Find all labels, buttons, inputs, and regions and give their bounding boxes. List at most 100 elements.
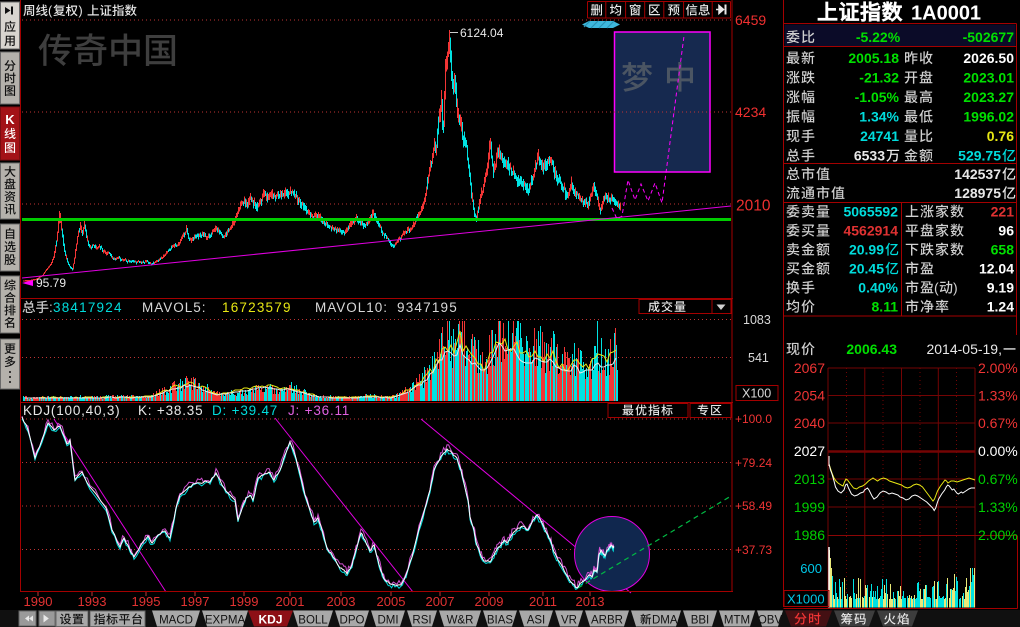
svg-text:2023.01: 2023.01 [963,70,1014,86]
svg-text:W&R: W&R [447,615,474,627]
svg-text:DMA: DMA [652,615,678,627]
svg-text:1986: 1986 [794,527,825,543]
svg-text:2026.50: 2026.50 [963,50,1014,66]
svg-text:6124.04: 6124.04 [460,26,504,40]
svg-text:142537: 142537 [954,166,1001,182]
svg-text:2010: 2010 [736,198,771,215]
svg-text:1996.02: 1996.02 [963,109,1014,125]
svg-text:658: 658 [991,242,1015,258]
svg-text:0.67%: 0.67% [978,415,1018,431]
svg-text:2067: 2067 [794,360,825,376]
svg-text:+79.24: +79.24 [735,456,772,470]
svg-text:2007: 2007 [426,594,455,609]
svg-text:24741: 24741 [860,128,899,144]
svg-text:1995: 1995 [132,594,161,609]
svg-text:2013: 2013 [794,471,825,487]
svg-text:-502677: -502677 [963,29,1015,45]
svg-text:DPO: DPO [340,615,365,627]
svg-text:2013: 2013 [576,594,605,609]
svg-text:16723579: 16723579 [222,300,292,315]
svg-text:2006.43: 2006.43 [846,341,897,357]
svg-text:2.00%: 2.00% [978,360,1018,376]
svg-text:KDJ: KDJ [258,613,282,627]
svg-text:OBV: OBV [758,615,783,627]
svg-text:529.75: 529.75 [958,148,1001,164]
svg-text:1999: 1999 [794,499,825,515]
svg-text:1A0001: 1A0001 [911,3,981,25]
svg-text:0.40%: 0.40% [858,280,898,296]
svg-text:541: 541 [748,351,769,365]
svg-text:96: 96 [998,223,1014,239]
svg-text:-21.32: -21.32 [859,70,899,86]
svg-text:+100.0: +100.0 [735,412,772,426]
svg-text:2054: 2054 [794,388,825,404]
svg-text:X100: X100 [742,387,771,401]
svg-text:+37.73: +37.73 [735,543,772,557]
svg-text:600: 600 [800,561,822,576]
svg-text:MAVOL10:: MAVOL10: [315,300,388,315]
svg-text:EXPMA: EXPMA [205,615,246,627]
svg-text:2001: 2001 [276,594,305,609]
svg-text:D: +39.47: D: +39.47 [212,403,278,418]
svg-text:5065592: 5065592 [843,204,898,220]
svg-text:2009: 2009 [475,594,504,609]
svg-text:6533: 6533 [854,148,885,164]
svg-text:2027: 2027 [794,443,825,459]
svg-text:2005.18: 2005.18 [848,50,899,66]
svg-text:KDJ(100,40,3): KDJ(100,40,3) [23,403,120,418]
svg-text:-1.05%: -1.05% [855,89,900,105]
svg-text:ARBR: ARBR [591,615,623,627]
svg-text:4562914: 4562914 [843,223,898,239]
svg-text:MACD: MACD [159,615,193,627]
svg-text:BIAS: BIAS [487,615,514,627]
svg-text:(: ( [934,280,939,296]
svg-text:J: +36.11: J: +36.11 [288,403,350,418]
svg-text:2014-05-19,: 2014-05-19, [926,341,1002,357]
svg-text:X1000: X1000 [787,592,825,607]
svg-text:): ) [79,4,83,18]
svg-text:1.34%: 1.34% [859,109,899,125]
svg-text:221: 221 [991,204,1015,220]
svg-text:8.11: 8.11 [872,299,899,315]
svg-text:ASI: ASI [527,615,546,627]
svg-text:K: +38.35: K: +38.35 [138,403,203,418]
svg-text:+58.49: +58.49 [735,499,772,513]
svg-text:38417924: 38417924 [53,300,123,315]
svg-text:1999: 1999 [230,594,259,609]
svg-text:1997: 1997 [181,594,210,609]
svg-text:95.79: 95.79 [36,276,66,290]
svg-text:2.00%: 2.00% [978,527,1018,543]
svg-text:20.99: 20.99 [849,242,884,258]
svg-text:128975: 128975 [954,185,1001,201]
svg-text:2003: 2003 [327,594,356,609]
svg-text:2023.27: 2023.27 [963,89,1014,105]
svg-text:2011: 2011 [529,594,557,609]
svg-text:12.04: 12.04 [979,261,1014,277]
svg-text:4234: 4234 [735,104,766,120]
svg-text:2040: 2040 [794,415,825,431]
svg-text:20.45: 20.45 [849,261,884,277]
svg-text:9.19: 9.19 [987,280,1014,296]
svg-text:1993: 1993 [78,594,107,609]
svg-text:K: K [5,112,15,127]
svg-text:RSI: RSI [412,615,431,627]
svg-text:-5.22%: -5.22% [856,29,901,45]
svg-text:1990: 1990 [24,594,53,609]
svg-text:1.24: 1.24 [987,299,1014,315]
svg-text:1083: 1083 [743,313,771,327]
svg-text:MTM: MTM [724,615,750,627]
svg-text:): ) [953,280,958,296]
svg-text:MAVOL5:: MAVOL5: [142,300,207,315]
svg-text:BBI: BBI [691,615,710,627]
svg-text:1.33%: 1.33% [978,499,1018,515]
svg-text:DMI: DMI [377,615,398,627]
svg-text:0.76: 0.76 [987,128,1014,144]
svg-text:9347195: 9347195 [397,300,458,315]
svg-text:2005: 2005 [377,594,406,609]
svg-text:0.00%: 0.00% [978,443,1018,459]
svg-text:1.33%: 1.33% [978,388,1018,404]
svg-text:0.67%: 0.67% [978,471,1018,487]
svg-text:BOLL: BOLL [298,615,328,627]
svg-text:6459: 6459 [735,12,766,28]
svg-text:VR: VR [561,615,577,627]
